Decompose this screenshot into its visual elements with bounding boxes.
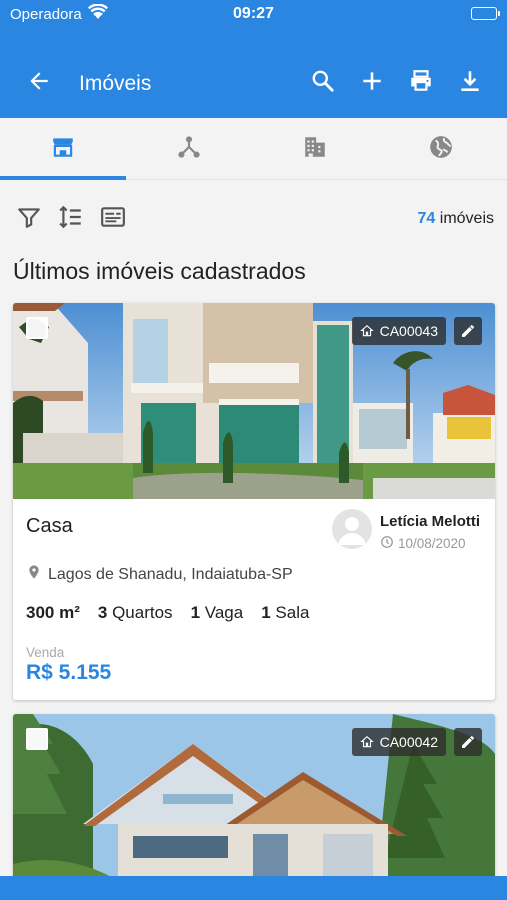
listing-card[interactable]: CA00043 Casa Letícia Melotti 10/08/2020 … — [13, 303, 495, 700]
download-icon[interactable] — [457, 68, 483, 94]
tab-hub[interactable] — [126, 118, 252, 180]
pencil-icon — [460, 734, 476, 750]
clock: 09:27 — [233, 5, 274, 22]
listing-type: Casa — [26, 515, 73, 537]
agent-date-text: 10/08/2020 — [398, 536, 466, 551]
section-title: Últimos imóveis cadastrados — [13, 258, 306, 284]
listing-photo: CA00043 — [13, 303, 495, 499]
hub-icon — [176, 134, 202, 165]
plus-icon[interactable] — [359, 68, 385, 94]
listing-count: 74 imóveis — [418, 210, 494, 228]
agent-name: Letícia Melotti — [380, 513, 481, 530]
filter-icon[interactable] — [16, 204, 42, 230]
agent-date: 10/08/2020 — [380, 535, 466, 552]
status-bar: Operadora 09:27 — [0, 0, 507, 40]
listing-location: Lagos de Shanadu, Indaiatuba-SP — [26, 563, 293, 586]
listing-count-label: imóveis — [439, 210, 494, 227]
avatar — [332, 509, 372, 549]
feature-area: 300 m² — [26, 603, 80, 622]
location-pin-icon — [26, 563, 42, 586]
listing-count-number: 74 — [417, 210, 436, 227]
tab-building[interactable] — [252, 118, 378, 180]
clock-icon — [380, 535, 394, 552]
listing-card[interactable]: CA00042 — [13, 714, 495, 900]
card-view-icon[interactable] — [100, 204, 126, 230]
home-icon — [359, 735, 374, 749]
tab-bar — [0, 118, 507, 180]
listing-code-badge: CA00043 — [351, 317, 446, 345]
search-icon[interactable] — [310, 68, 336, 94]
feature-parking: 1 Vaga — [190, 603, 244, 622]
battery-icon — [471, 7, 500, 20]
select-checkbox[interactable] — [26, 317, 48, 339]
select-checkbox[interactable] — [26, 728, 48, 750]
arrow-back-icon[interactable] — [26, 68, 52, 94]
bottom-bar — [0, 876, 507, 900]
print-icon[interactable] — [408, 68, 434, 94]
tab-storefront[interactable] — [0, 118, 126, 180]
sort-icon[interactable] — [58, 204, 84, 230]
globe-icon — [428, 134, 454, 165]
tab-selected-indicator — [0, 176, 126, 180]
location-text: Lagos de Shanadu, Indaiatuba-SP — [48, 565, 293, 583]
tab-globe[interactable] — [378, 118, 504, 180]
building-icon — [302, 134, 328, 165]
listing-code: CA00043 — [379, 323, 438, 339]
list-toolbar: 74 imóveis — [0, 196, 507, 240]
listing-photo: CA00042 — [13, 714, 495, 900]
edit-button[interactable] — [454, 317, 482, 345]
listing-code-badge: CA00042 — [351, 728, 446, 756]
storefront-icon — [50, 134, 76, 165]
edit-button[interactable] — [454, 728, 482, 756]
listing-features: 300 m² 3 Quartos 1 Vaga 1 Sala — [26, 603, 309, 623]
app-bar: Imóveis — [0, 40, 507, 118]
pencil-icon — [460, 323, 476, 339]
feature-living-room: 1 Sala — [261, 603, 310, 622]
home-icon — [359, 324, 374, 338]
listing-price: R$ 5.155 — [26, 661, 112, 684]
page-title: Imóveis — [79, 72, 152, 95]
deal-type: Venda — [26, 645, 65, 660]
feature-bedrooms: 3 Quartos — [97, 603, 173, 622]
listing-code: CA00042 — [379, 734, 438, 750]
